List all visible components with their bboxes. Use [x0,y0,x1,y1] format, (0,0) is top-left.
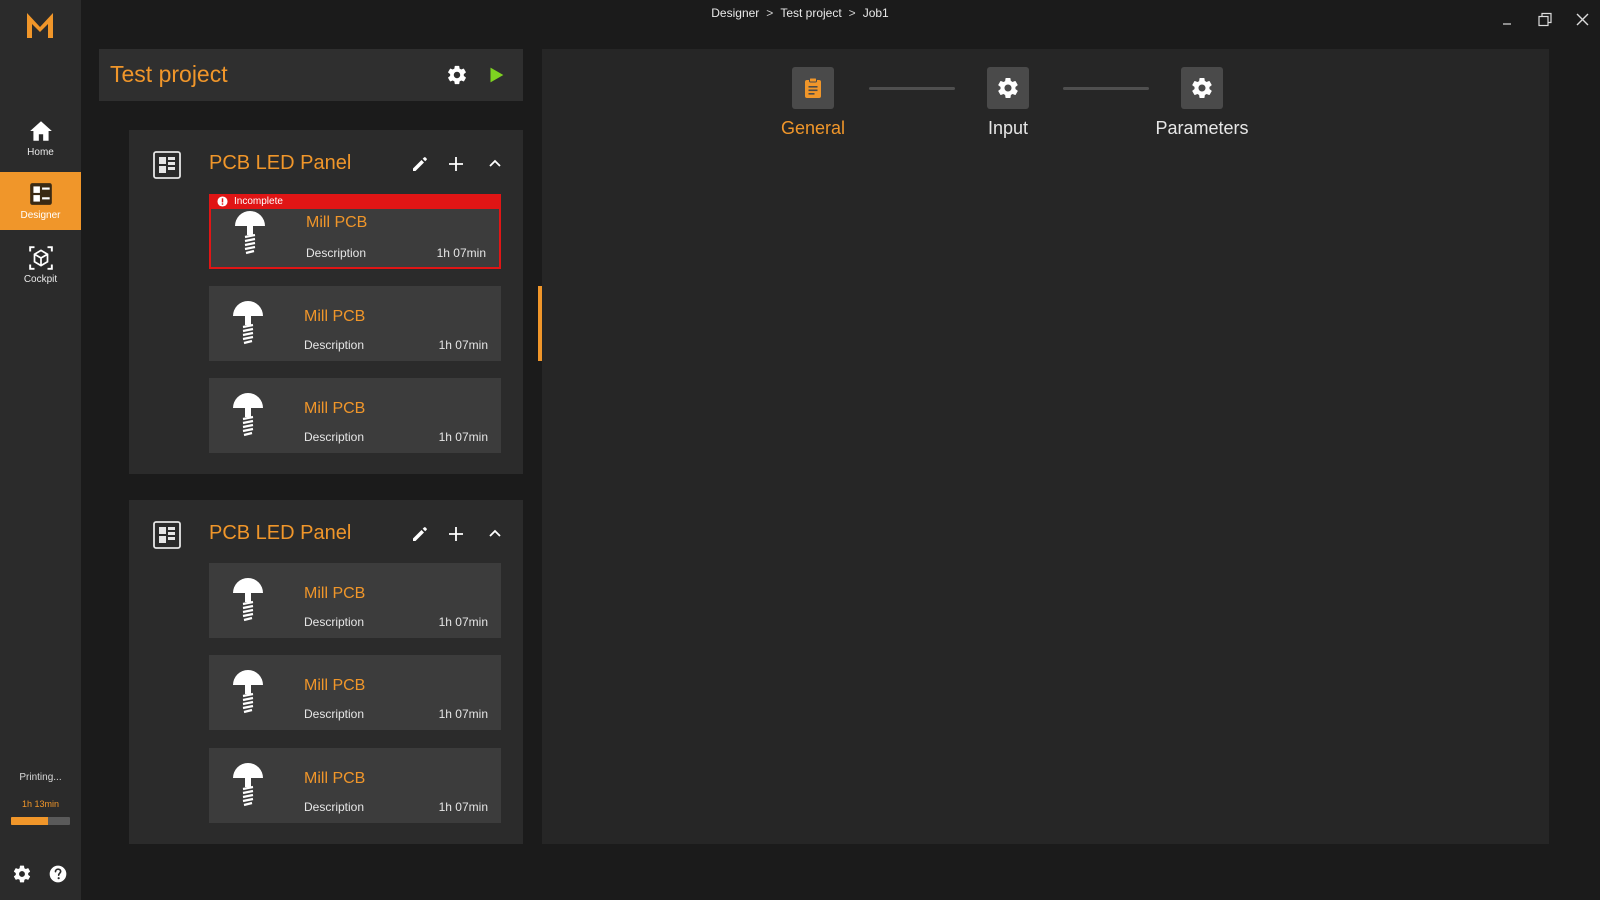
alert-icon [217,196,228,207]
job-duration: 1h 07min [438,615,488,629]
designer-icon [29,183,52,205]
job-group: PCB LED Panel Incomplete Mill PCB Descri… [129,130,523,474]
play-icon[interactable] [485,64,507,86]
job-title: Mill PCB [304,677,366,694]
sidebar-item-cockpit[interactable]: Cockpit [0,236,81,294]
panel-grid-icon [153,521,181,549]
job-card[interactable]: Mill PCB Description 1h 07min [209,378,501,453]
job-card[interactable]: Mill PCB Description 1h 07min [209,655,501,730]
sidebar-item-label: Cockpit [23,274,58,285]
edit-pencil-icon[interactable] [410,154,430,174]
close-icon[interactable] [1573,10,1593,30]
job-title: Mill PCB [304,400,366,417]
collapse-chevron-up-icon[interactable] [485,154,505,174]
step-label: Parameters [1155,118,1249,138]
job-duration: 1h 07min [436,246,486,260]
project-settings-gear-icon[interactable] [446,64,468,86]
breadcrumb-separator: > [848,6,856,20]
sidebar-item-label: Designer [20,210,61,221]
step-label: Input [987,118,1029,138]
job-title: Mill PCB [304,585,366,602]
home-icon [29,121,52,141]
gear-icon [1192,78,1212,99]
step-label: General [780,118,846,138]
incomplete-badge: Incomplete [209,194,501,209]
job-description: Description [306,246,367,260]
step-input[interactable]: Input [938,67,1078,139]
clipboard-icon [805,77,821,98]
gear-icon [998,78,1018,99]
mill-bit-icon [233,763,263,807]
mill-bit-icon [233,670,263,714]
restore-icon[interactable] [1535,10,1555,30]
job-duration: 1h 07min [438,707,488,721]
job-card[interactable]: Mill PCB Description 1h 07min [209,748,501,823]
job-title: Mill PCB [306,214,368,231]
cockpit-icon [28,246,53,270]
collapse-chevron-up-icon[interactable] [485,524,505,544]
group-title: PCB LED Panel [209,152,352,174]
job-duration: 1h 07min [438,430,488,444]
job-duration: 1h 07min [438,800,488,814]
project-header: Test project [99,49,523,101]
print-status: Printing... [19,772,62,783]
print-progress-bar [11,817,70,825]
job-card-selected[interactable]: Mill PCB Description 1h 07min [209,286,501,361]
step-general[interactable]: General [743,67,883,139]
step-icon-box [987,67,1029,109]
help-icon[interactable] [48,864,68,884]
job-description: Description [304,707,365,721]
mill-bit-icon [233,393,263,437]
mill-bit-icon [233,578,263,622]
minimize-icon[interactable] [1498,10,1518,30]
breadcrumb-item[interactable]: Job1 [863,6,889,20]
sidebar-item-designer[interactable]: Designer [0,172,81,230]
job-description: Description [304,615,365,629]
step-icon-box [792,67,834,109]
job-title: Mill PCB [304,308,366,325]
job-group: PCB LED Panel Mill PCB Description 1h 07… [129,500,523,844]
sidebar-item-home[interactable]: Home [0,109,81,167]
breadcrumb-item[interactable]: Test project [780,6,841,20]
step-icon-box [1181,67,1223,109]
project-title: Test project [110,61,228,87]
breadcrumb: Designer > Test project > Job1 [0,6,1600,20]
job-duration: 1h 07min [438,338,488,352]
settings-gear-icon[interactable] [12,864,32,884]
edit-pencil-icon[interactable] [410,524,430,544]
breadcrumb-separator: > [766,6,774,20]
print-time: 1h 13min [21,799,60,809]
group-title: PCB LED Panel [209,522,352,544]
add-job-plus-icon[interactable] [446,524,466,544]
job-detail-panel: General Input Parameters [542,49,1549,844]
job-description: Description [304,430,365,444]
mill-bit-icon [233,301,263,345]
sidebar: Home Designer Cockpit Printing... 1h 13m… [0,0,81,900]
panel-grid-icon [153,151,181,179]
job-description: Description [304,338,365,352]
sidebar-item-label: Home [27,147,54,158]
incomplete-label: Incomplete [234,196,283,207]
mill-bit-icon [235,211,265,255]
breadcrumb-item[interactable]: Designer [711,6,759,20]
job-title: Mill PCB [304,770,366,787]
add-job-plus-icon[interactable] [446,154,466,174]
job-description: Description [304,800,365,814]
step-parameters[interactable]: Parameters [1132,67,1272,139]
print-progress-fill [11,817,48,825]
job-card[interactable]: Mill PCB Description 1h 07min [209,563,501,638]
job-card[interactable]: Incomplete Mill PCB Description 1h 07min [209,194,501,269]
